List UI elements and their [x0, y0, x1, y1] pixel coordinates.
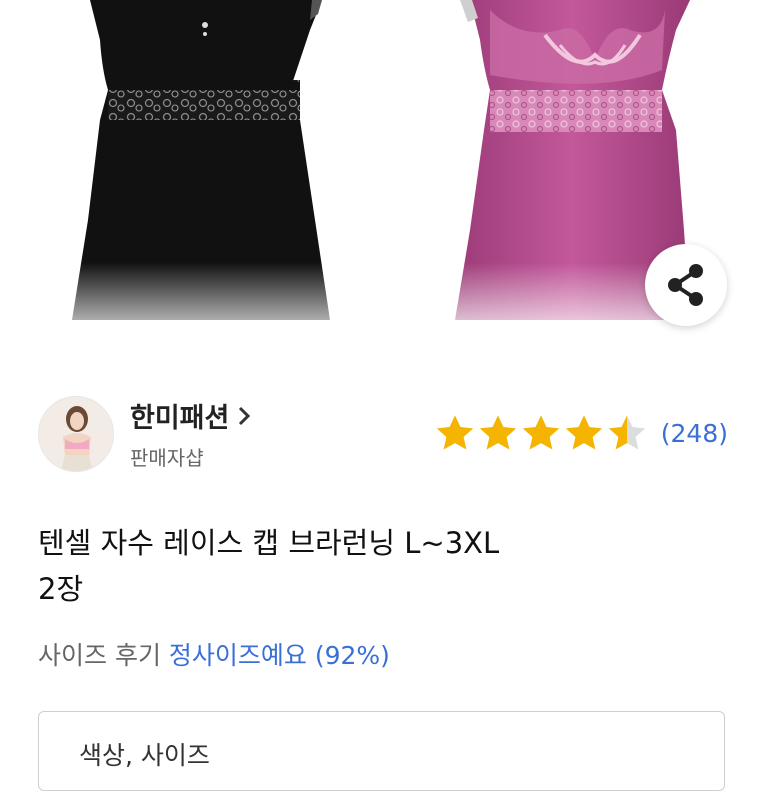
star-icon — [565, 415, 602, 450]
product-title-line-1: 텐셀 자수 레이스 캡 브라런닝 L~3XL — [38, 526, 500, 560]
half-star-icon — [608, 415, 645, 450]
rating[interactable]: (248) — [435, 414, 728, 452]
share-icon — [668, 264, 703, 306]
option-select[interactable]: 색상, 사이즈 — [38, 711, 725, 791]
size-review-label: 사이즈 후기 — [38, 641, 161, 670]
product-title-line-2: 2장 — [38, 572, 84, 606]
star-icon — [522, 415, 559, 450]
seller-shop-label: 판매자샵 — [130, 446, 204, 470]
product-image-carousel[interactable] — [0, 0, 764, 350]
star-icon — [436, 415, 473, 450]
avatar-image — [39, 397, 113, 471]
review-count-link[interactable]: (248) — [661, 419, 728, 448]
share-button[interactable] — [645, 244, 727, 326]
seller-name-link[interactable]: 한미패션 — [130, 396, 251, 435]
size-review-value: 정사이즈예요 (92%) — [168, 641, 390, 670]
option-select-label: 색상, 사이즈 — [79, 741, 210, 770]
star-rating — [435, 414, 647, 452]
chevron-right-icon — [239, 406, 251, 425]
seller-row: 한미패션 판매자샵 (248) — [38, 396, 728, 476]
size-review[interactable]: 사이즈 후기 정사이즈예요 (92%) — [38, 636, 390, 672]
seller-name: 한미패션 — [130, 403, 230, 434]
product-title: 텐셀 자수 레이스 캡 브라런닝 L~3XL 2장 — [38, 520, 728, 612]
seller-avatar[interactable] — [38, 396, 114, 472]
star-icon — [479, 415, 516, 450]
